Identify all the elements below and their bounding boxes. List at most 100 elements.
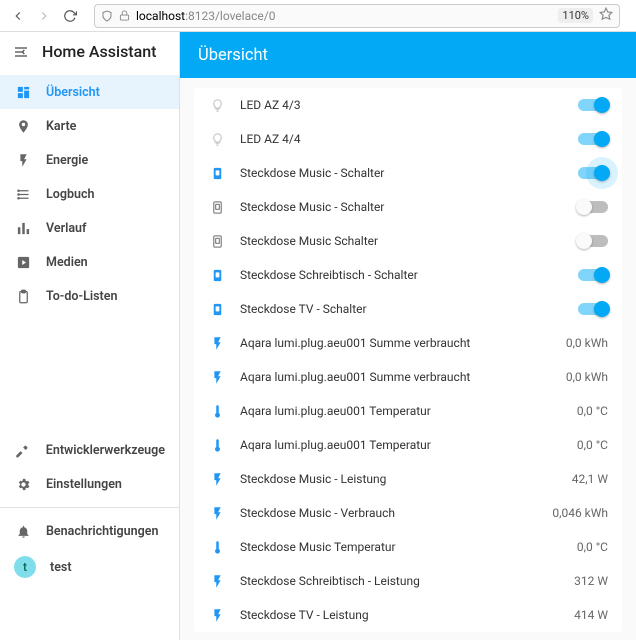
page-title: Übersicht [198, 46, 268, 65]
flash-icon [208, 606, 226, 624]
toggle-switch[interactable] [578, 167, 608, 179]
entity-row[interactable]: Steckdose Music - Leistung 42,1 W [194, 462, 622, 496]
bulb-off-icon [208, 96, 226, 114]
entities-card: LED AZ 4/3LED AZ 4/4Steckdose Music - Sc… [194, 88, 622, 632]
entity-label: Aqara lumi.plug.aeu001 Summe verbraucht [240, 370, 552, 384]
sidebar-item-label: Medien [46, 255, 88, 270]
sidebar-item-label: Logbuch [46, 187, 94, 202]
plug-on-icon [208, 164, 226, 182]
bookmark-star-icon[interactable] [599, 7, 613, 24]
play-icon [14, 253, 32, 271]
entity-value: 0,0 kWh [566, 336, 608, 350]
entity-row[interactable]: Steckdose Music Schalter [194, 224, 622, 258]
avatar: t [14, 556, 36, 578]
entity-label: Steckdose Music - Leistung [240, 472, 558, 486]
hammer-icon [14, 441, 32, 459]
entity-label: Aqara lumi.plug.aeu001 Temperatur [240, 404, 563, 418]
map-icon [14, 117, 32, 135]
toggle-switch[interactable] [578, 269, 608, 281]
sidebar-item-gear[interactable]: Einstellungen [0, 467, 179, 501]
flash-icon [208, 504, 226, 522]
sidebar-item-karte[interactable]: Karte [0, 109, 179, 143]
sidebar-item-label: Energie [46, 153, 88, 168]
chart-icon [14, 219, 32, 237]
plug-on-icon [208, 266, 226, 284]
entity-row[interactable]: Steckdose TV - Schalter [194, 292, 622, 326]
zoom-badge[interactable]: 110% [558, 8, 593, 23]
app-root: Home Assistant Übersicht Karte Energie Logb… [0, 32, 636, 640]
gear-icon [14, 475, 32, 493]
entity-label: LED AZ 4/3 [240, 98, 564, 112]
entity-row[interactable]: Aqara lumi.plug.aeu001 Temperatur 0,0 °C [194, 428, 622, 462]
dashboard-icon [14, 83, 32, 101]
sidebar-item-to-do-listen[interactable]: To-do-Listen [0, 279, 179, 313]
lock-icon [119, 10, 130, 21]
entity-row[interactable]: Aqara lumi.plug.aeu001 Summe verbraucht0… [194, 326, 622, 360]
entity-row[interactable]: Steckdose Music Temperatur 0,0 °C [194, 530, 622, 564]
entity-label: Steckdose TV - Leistung [240, 608, 560, 622]
entity-label: Steckdose Schreibtisch - Schalter [240, 268, 564, 282]
sidebar-header: Home Assistant [0, 32, 179, 71]
sidebar-item-hammer[interactable]: Entwicklerwerkzeuge [0, 433, 179, 467]
toggle-switch[interactable] [578, 303, 608, 315]
sidebar-item-label: Karte [46, 119, 76, 134]
sidebar-item-übersicht[interactable]: Übersicht [0, 75, 179, 109]
entity-value: 414 W [574, 608, 608, 622]
entity-value: 42,1 W [572, 472, 608, 486]
sidebar-item-label: test [50, 560, 72, 575]
plug-off-icon [208, 232, 226, 250]
entity-row[interactable]: Steckdose Music - Schalter [194, 156, 622, 190]
menu-toggle-icon[interactable] [12, 43, 30, 61]
entity-label: Steckdose Music - Verbrauch [240, 506, 538, 520]
entity-value: 0,0 °C [577, 438, 608, 452]
entity-label: Aqara lumi.plug.aeu001 Temperatur [240, 438, 563, 452]
flash-icon [14, 151, 32, 169]
sidebar-item-avatar[interactable]: ttest [0, 548, 179, 586]
entity-value: 0,0 °C [577, 540, 608, 554]
logbook-icon [14, 185, 32, 203]
entity-value: 0,0 kWh [566, 370, 608, 384]
entity-row[interactable]: Aqara lumi.plug.aeu001 Temperatur0,0 °C [194, 394, 622, 428]
flash-icon [208, 470, 226, 488]
entity-row[interactable]: Aqara lumi.plug.aeu001 Summe verbraucht 0… [194, 360, 622, 394]
entity-label: Steckdose TV - Schalter [240, 302, 564, 316]
entity-row[interactable]: LED AZ 4/4 [194, 122, 622, 156]
entity-row[interactable]: Steckdose Schreibtisch - Leistung 312 W [194, 564, 622, 598]
clipboard-icon [14, 287, 32, 305]
reload-button[interactable] [60, 6, 80, 26]
toggle-switch[interactable] [578, 235, 608, 247]
entity-row[interactable]: Steckdose Music - Verbrauch0,046 kWh [194, 496, 622, 530]
sidebar-item-verlauf[interactable]: Verlauf [0, 211, 179, 245]
toggle-switch[interactable] [578, 133, 608, 145]
entity-row[interactable]: Steckdose Music - Schalter [194, 190, 622, 224]
flash-icon [208, 368, 226, 386]
sidebar-item-label: Übersicht [46, 85, 100, 100]
forward-button[interactable] [34, 6, 54, 26]
entity-label: Steckdose Music Temperatur [240, 540, 563, 554]
content[interactable]: LED AZ 4/3LED AZ 4/4Steckdose Music - Sc… [180, 78, 636, 640]
bulb-off-icon [208, 130, 226, 148]
thermo-icon [208, 436, 226, 454]
sidebar-item-label: Benachrichtigungen [46, 524, 158, 539]
sidebar-item-energie[interactable]: Energie [0, 143, 179, 177]
shield-icon [101, 10, 113, 22]
plug-on-icon [208, 300, 226, 318]
address-bar[interactable]: localhost:8123/lovelace/0 110% [94, 4, 620, 28]
entity-label: Steckdose Music - Schalter [240, 200, 564, 214]
sidebar-item-medien[interactable]: Medien [0, 245, 179, 279]
entity-value: 312 W [574, 574, 608, 588]
toggle-switch[interactable] [578, 201, 608, 213]
sidebar-item-bell[interactable]: Benachrichtigungen [0, 514, 179, 548]
entity-label: Steckdose Music Schalter [240, 234, 564, 248]
back-button[interactable] [8, 6, 28, 26]
plug-off-icon [208, 198, 226, 216]
thermo-icon [208, 402, 226, 420]
entity-row[interactable]: Steckdose TV - Leistung 414 W [194, 598, 622, 632]
toggle-switch[interactable] [578, 99, 608, 111]
entity-row[interactable]: Steckdose Schreibtisch - Schalter [194, 258, 622, 292]
sidebar-item-label: Verlauf [46, 221, 86, 236]
entity-label: Steckdose Schreibtisch - Leistung [240, 574, 560, 588]
sidebar-item-logbuch[interactable]: Logbuch [0, 177, 179, 211]
topbar: Übersicht [180, 32, 636, 78]
entity-row[interactable]: LED AZ 4/3 [194, 88, 622, 122]
